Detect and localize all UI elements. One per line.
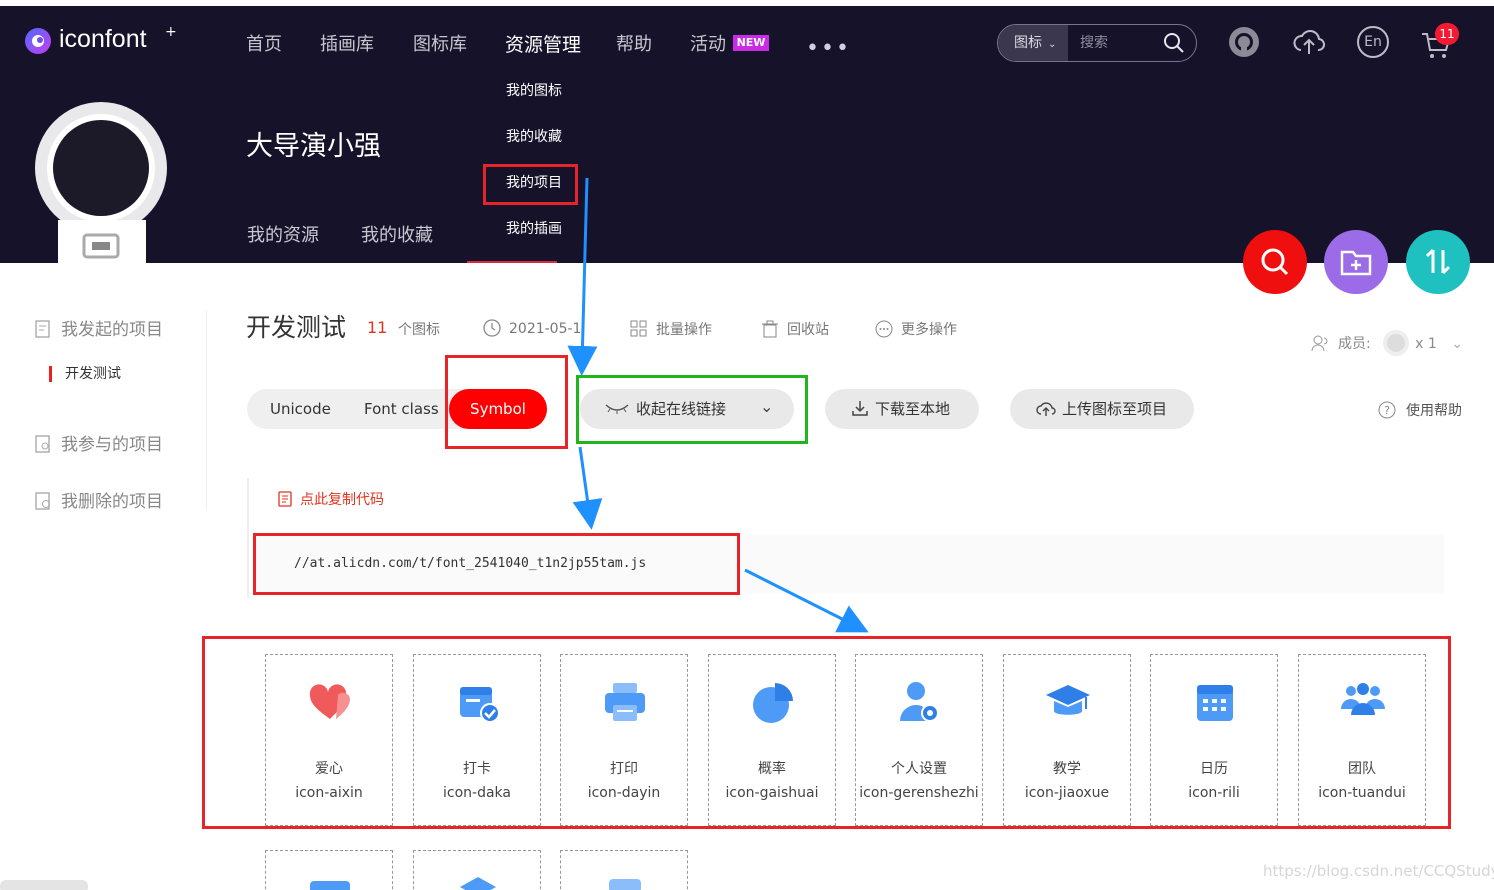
watermark: https://blog.csdn.net/CCQStudy bbox=[1263, 862, 1494, 880]
annotation-arrows bbox=[567, 177, 869, 633]
